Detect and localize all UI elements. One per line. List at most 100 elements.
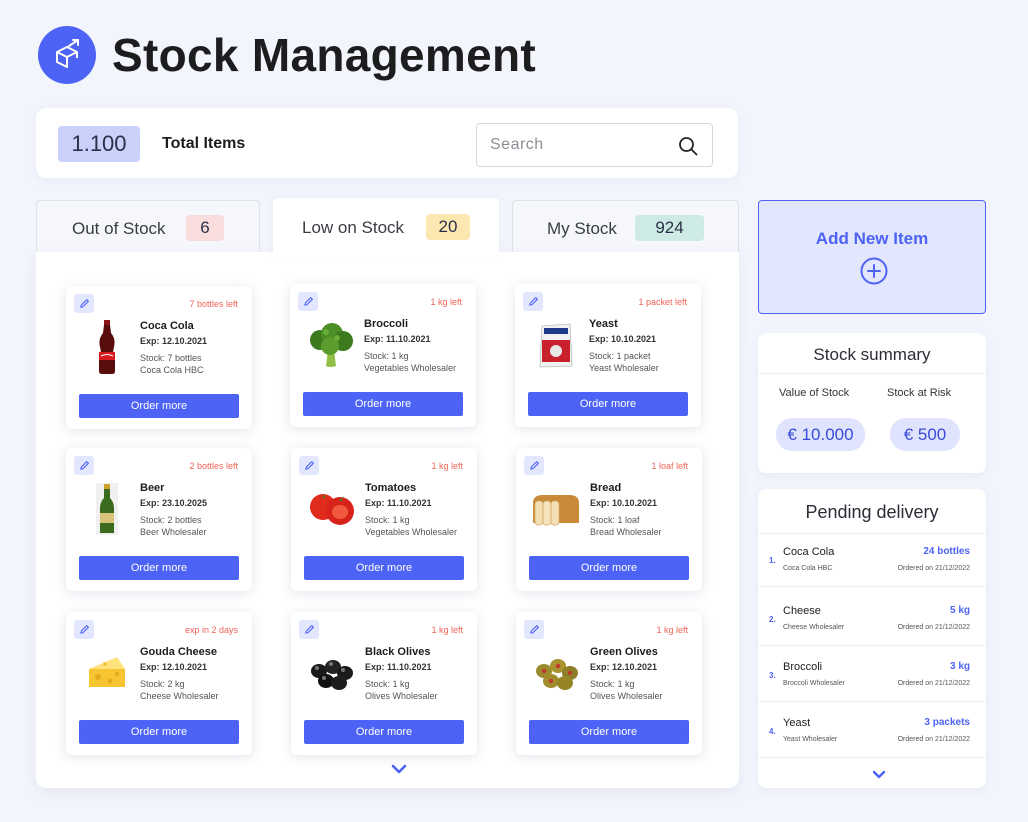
divider	[758, 373, 986, 374]
cheese-icon	[78, 644, 136, 702]
plus-circle-icon	[860, 257, 888, 285]
search-icon[interactable]	[678, 136, 698, 156]
order-more-button[interactable]: Order more	[528, 392, 688, 416]
item-stock: Stock: 2 bottles	[140, 515, 202, 525]
edit-button[interactable]	[74, 620, 94, 639]
pending-item-vendor: Cheese Wholesaler	[783, 624, 845, 631]
search-box[interactable]	[476, 123, 713, 167]
pending-item-date: Ordered on 21/12/2022	[897, 736, 970, 743]
app-logo	[38, 26, 96, 84]
stock-at-risk-label: Stock at Risk	[887, 387, 952, 399]
edit-button[interactable]	[298, 292, 318, 311]
divider	[758, 645, 986, 646]
pending-item-date: Ordered on 21/12/2022	[897, 565, 970, 572]
edit-button[interactable]	[74, 456, 94, 475]
order-more-button[interactable]: Order more	[304, 556, 464, 580]
chevron-down-icon[interactable]	[390, 763, 408, 775]
edit-button[interactable]	[74, 294, 94, 313]
item-expiry: Exp: 12.10.2021	[140, 336, 208, 346]
stock-alert: exp in 2 days	[184, 625, 238, 635]
edit-button[interactable]	[299, 456, 319, 475]
order-more-button[interactable]: Order more	[304, 720, 464, 744]
toolbar: 1.100 Total Items	[36, 108, 738, 178]
item-vendor: Bread Wholesaler	[590, 527, 662, 537]
tab-count-badge: 20	[426, 214, 470, 240]
pending-item-name: Coca Cola	[783, 546, 835, 558]
edit-button[interactable]	[299, 620, 319, 639]
tab-out-of-stock[interactable]: Out of Stock 6	[36, 200, 260, 254]
stock-item-card: 1 kg left Green Olives Exp: 12.10.2021 S…	[516, 612, 702, 755]
item-name: Bread	[590, 482, 622, 494]
item-expiry: Exp: 11.10.2021	[364, 334, 431, 344]
order-more-button[interactable]: Order more	[79, 394, 239, 418]
pending-item-quantity: 3 packets	[924, 717, 970, 728]
stock-alert: 7 bottles left	[189, 299, 238, 309]
stock-alert: 1 kg left	[431, 625, 463, 635]
value-of-stock-badge: € 10.000	[776, 418, 865, 451]
pencil-icon	[303, 297, 313, 306]
item-vendor: Olives Wholesaler	[365, 691, 438, 701]
tab-count-badge: 6	[186, 215, 224, 241]
pending-item-date: Ordered on 21/12/2022	[897, 624, 970, 631]
row-number: 4.	[769, 727, 776, 736]
stock-alert: 1 kg left	[656, 625, 688, 635]
pencil-icon	[79, 625, 89, 634]
tab-count-badge: 924	[635, 215, 704, 241]
item-name: Gouda Cheese	[140, 646, 218, 658]
add-new-item-label: Add New Item	[815, 229, 929, 248]
tomatoes-icon	[303, 480, 361, 538]
divider	[758, 757, 986, 758]
total-items-badge: 1.100	[58, 126, 140, 162]
pending-item-vendor: Broccoli Wholesaler	[783, 680, 845, 687]
stock-at-risk-badge: € 500	[890, 418, 960, 451]
order-more-button[interactable]: Order more	[79, 720, 239, 744]
item-vendor: Beer Wholesaler	[140, 527, 207, 537]
tab-my-stock[interactable]: My Stock 924	[512, 200, 739, 254]
item-stock: Stock: 1 kg	[590, 679, 635, 689]
search-input[interactable]	[490, 124, 670, 166]
edit-button[interactable]	[524, 456, 544, 475]
pending-row[interactable]: 4. Yeast Yeast Wholesaler 3 packets Orde…	[758, 705, 986, 761]
stock-alert: 1 kg left	[430, 297, 462, 307]
stock-item-card: 1 loaf left Bread Exp: 10.10.2021 Stock:…	[516, 448, 702, 591]
edit-button[interactable]	[524, 620, 544, 639]
coca-cola-bottle-icon	[78, 318, 136, 376]
stock-item-card: 2 bottles left Beer Exp: 23.10.2025 Stoc…	[66, 448, 252, 591]
item-vendor: Vegetables Wholesaler	[365, 527, 458, 537]
tab-low-on-stock[interactable]: Low on Stock 20	[273, 198, 499, 258]
stock-summary-card: Stock summary Value of Stock Stock at Ri…	[758, 333, 986, 473]
stock-item-card: 7 bottles left Coca Cola Exp: 12.10.2021…	[66, 286, 252, 429]
stock-item-card: exp in 2 days Gouda Cheese Exp: 12.10.20…	[66, 612, 252, 755]
pending-row[interactable]: 2. Cheese Cheese Wholesaler 5 kg Ordered…	[758, 593, 986, 649]
tab-label: Low on Stock	[302, 218, 405, 237]
order-more-button[interactable]: Order more	[79, 556, 239, 580]
item-name: Tomatoes	[365, 482, 417, 494]
edit-button[interactable]	[523, 292, 543, 311]
item-expiry: Exp: 12.10.2021	[140, 662, 208, 672]
tab-label: Out of Stock	[72, 219, 166, 238]
green-olives-icon	[528, 644, 586, 702]
item-vendor: Yeast Wholesaler	[589, 363, 659, 373]
order-more-button[interactable]: Order more	[529, 556, 689, 580]
item-name: Black Olives	[365, 646, 431, 658]
order-more-button[interactable]: Order more	[303, 392, 463, 416]
item-expiry: Exp: 11.10.2021	[365, 662, 432, 672]
item-stock: Stock: 2 kg	[140, 679, 185, 689]
pending-item-quantity: 3 kg	[949, 661, 970, 672]
stock-alert: 1 kg left	[431, 461, 463, 471]
stock-summary-title: Stock summary	[813, 345, 931, 364]
add-new-item-button[interactable]: Add New Item	[758, 200, 986, 314]
divider	[758, 701, 986, 702]
item-vendor: Vegetables Wholesaler	[364, 363, 457, 373]
row-number: 3.	[769, 671, 776, 680]
item-expiry: Exp: 23.10.2025	[140, 498, 208, 508]
page-title: Stock Management	[112, 29, 537, 81]
item-expiry: Exp: 12.10.2021	[590, 662, 658, 672]
pending-row[interactable]: 1. Coca Cola Coca Cola HBC 24 bottles Or…	[758, 534, 986, 590]
pencil-icon	[529, 625, 539, 634]
pending-row[interactable]: 3. Broccoli Broccoli Wholesaler 3 kg Ord…	[758, 649, 986, 705]
chevron-down-icon[interactable]	[871, 769, 887, 780]
item-stock: Stock: 7 bottles	[140, 353, 202, 363]
order-more-button[interactable]: Order more	[529, 720, 689, 744]
pencil-icon	[79, 299, 89, 308]
